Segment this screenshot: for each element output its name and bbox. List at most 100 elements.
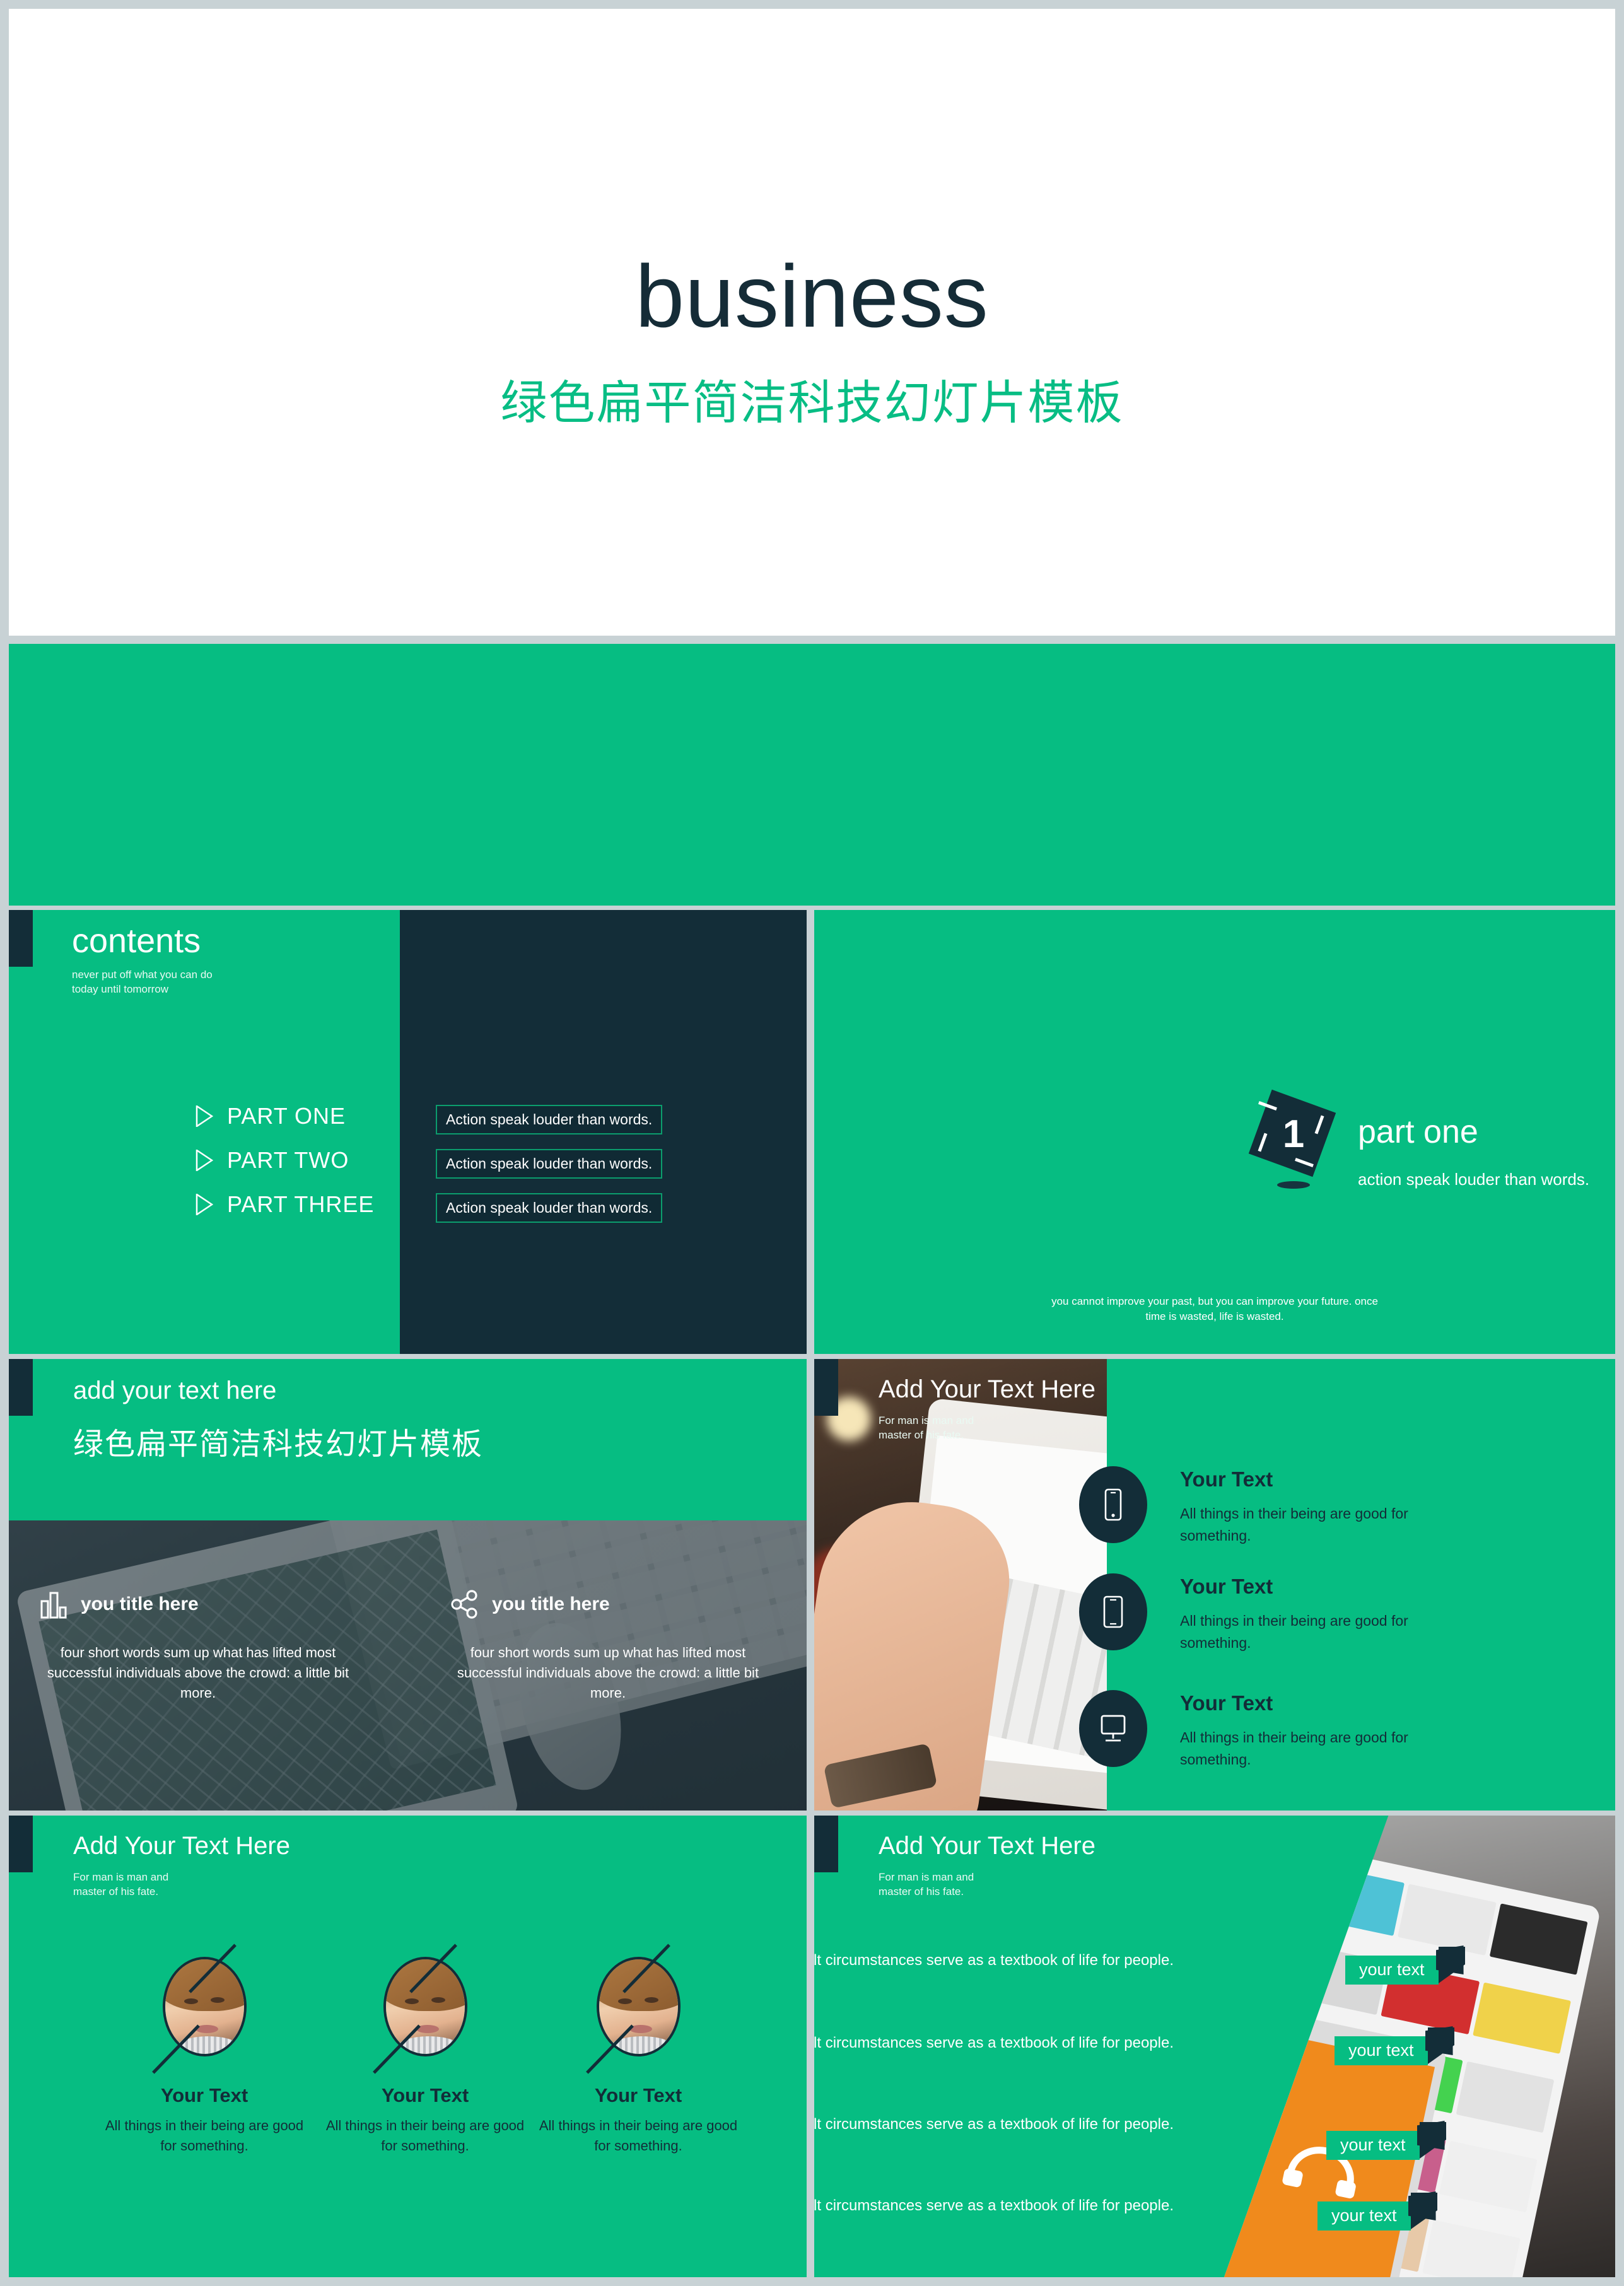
bar-chart-icon (40, 1592, 67, 1619)
monitor-icon (1101, 1715, 1126, 1742)
feature-header: you title here (450, 1590, 766, 1619)
slide-heading-sub: For man is man and master of his fate. (73, 1870, 290, 1899)
phone-tag-label: your text (1331, 2206, 1397, 2225)
corner-accent-block (9, 1359, 33, 1416)
part-label: PART TWO (227, 1147, 349, 1173)
corner-accent-block (9, 1816, 33, 1872)
slide-contents: contents never put off what you can do t… (9, 910, 807, 1354)
hair-shape (385, 1959, 465, 2011)
device-item-desc: All things in their being are good for s… (1180, 1729, 1408, 1768)
slide-heading-en: Add Your Text Here (879, 1832, 1095, 1860)
device-item-desc: All things in their being are good for s… (1180, 1612, 1408, 1651)
thumbnail (1489, 1903, 1588, 1975)
play-triangle-icon (196, 1105, 213, 1127)
hair-shape (599, 1959, 678, 2011)
feature-header: you title here (40, 1590, 356, 1619)
sidebar-item-part-one[interactable]: PART ONE (196, 1103, 346, 1129)
section-footer-line2: time is wasted, life is wasted. (1145, 1310, 1284, 1323)
section-number: 1 (1282, 1112, 1305, 1156)
feature-slide-header: add your text here 绿色扁平简洁科技幻灯片模板 (73, 1377, 483, 1463)
eye-shape (404, 1998, 419, 2004)
slide-heading-cn: 绿色扁平简洁科技幻灯片模板 (73, 1428, 484, 1461)
slide-heading-sub: For man is man and master of his fate. (879, 1414, 1095, 1443)
phone-list-text: difficult circumstances serve as a textb… (814, 2034, 1174, 2051)
slide-section-part-one: 1 part one action speak louder than word… (814, 910, 1615, 1354)
slide-heading-sub-line2: master of his fate. (879, 1428, 964, 1441)
slide-phone-list: Add Your Text Here For man is man and ma… (814, 1816, 1615, 2277)
phone-tag[interactable]: your text (1326, 2121, 1446, 2160)
slide-green-divider (9, 644, 1615, 906)
eye-shape (184, 1998, 198, 2004)
device-list-item[interactable]: Your Text All things in their being are … (1079, 1573, 1584, 1662)
device-list-item[interactable]: Your Text All things in their being are … (1079, 1690, 1584, 1778)
contents-description-line1: never put off what you can do (72, 969, 213, 981)
contents-description: never put off what you can do today unti… (72, 968, 213, 997)
share-icon (451, 1590, 477, 1619)
feature-title: you title here (81, 1594, 199, 1614)
phone-list-text: difficult circumstances serve as a textb… (814, 2197, 1174, 2214)
device-list-item[interactable]: Your Text All things in their being are … (1079, 1466, 1584, 1554)
slide-heading-sub-line1: For man is man and (879, 1871, 974, 1883)
phones-slide-header: Add Your Text Here For man is man and ma… (879, 1832, 1095, 1899)
team-card[interactable]: Your Text All things in their being are … (534, 1944, 742, 2156)
page-subtitle: 绿色扁平简洁科技幻灯片模板 (500, 376, 1124, 429)
slide-heading-sub-line2: master of his fate. (879, 1885, 964, 1898)
thumbnail (1439, 2140, 1538, 2212)
tag-flag-shape (1408, 2191, 1436, 2220)
team-card-name: Your Text (381, 2084, 469, 2106)
diamond-shadow (1277, 1181, 1310, 1189)
eye-shape (617, 1998, 632, 2004)
slide-heading-en: Add Your Text Here (73, 1832, 290, 1860)
part-quote-box: Action speak louder than words. (436, 1149, 663, 1179)
sidebar-item-part-three[interactable]: PART THREE (196, 1191, 374, 1218)
slide-deck-page: business 绿色扁平简洁科技幻灯片模板 contents never pu… (0, 0, 1624, 2286)
thumbnail (1398, 1884, 1497, 1956)
device-item-title: Your Text (1180, 1467, 1273, 1491)
part-label: PART THREE (227, 1191, 375, 1217)
slide-heading-sub-line1: For man is man and (73, 1871, 169, 1883)
device-item-title: Your Text (1180, 1575, 1273, 1598)
contents-description-line2: today until tomorrow (72, 983, 169, 995)
feature-block: you title here four short words sum up w… (40, 1590, 356, 1703)
slide-two-features: add your text here 绿色扁平简洁科技幻灯片模板 you tit… (9, 1359, 807, 1811)
sidebar-item-part-two[interactable]: PART TWO (196, 1147, 349, 1174)
eye-shape (431, 1997, 445, 2003)
slide-device-list: Add Your Text Here For man is man and ma… (814, 1359, 1615, 1811)
thumbnail (1306, 1864, 1405, 1937)
team-card[interactable]: Your Text All things in their being are … (100, 1944, 308, 2156)
phone-tag-label: your text (1340, 2135, 1406, 2154)
team-card[interactable]: Your Text All things in their being are … (321, 1944, 529, 2156)
tag-flag-shape (1425, 2026, 1453, 2055)
eye-shape (644, 1997, 658, 2003)
device-bullet (1079, 1466, 1147, 1543)
part-quote-box: Action speak louder than words. (436, 1193, 663, 1223)
tag-flag-shape (1435, 1945, 1464, 1974)
phone-tag-label: your text (1359, 1960, 1425, 1979)
section-footer-quote: you cannot improve your past, but you ca… (814, 1294, 1615, 1325)
contents-part-row[interactable]: PART TWO Action speak louder than words. (9, 1147, 807, 1185)
thumbnail (1456, 2061, 1555, 2133)
feature-body: four short words sum up what has lifted … (457, 1645, 759, 1701)
part-quote-text: Action speak louder than words. (446, 1155, 653, 1172)
feature-block: you title here four short words sum up w… (450, 1590, 766, 1703)
feature-body: four short words sum up what has lifted … (47, 1645, 349, 1701)
page-title: business (635, 247, 989, 346)
part-label: PART ONE (227, 1103, 346, 1129)
contents-part-row[interactable]: PART ONE Action speak louder than words. (9, 1103, 807, 1141)
team-card-name: Your Text (594, 2084, 682, 2106)
people-slide-header: Add Your Text Here For man is man and ma… (73, 1832, 290, 1899)
slide-team-cards: Add Your Text Here For man is man and ma… (9, 1816, 807, 2277)
mobile-phone-icon (1104, 1488, 1122, 1521)
thumbnail (1472, 1982, 1571, 2055)
part-quote-text: Action speak louder than words. (446, 1111, 653, 1128)
phone-tag[interactable]: your text (1345, 1945, 1464, 1985)
corner-accent-block (814, 1816, 838, 1872)
slide-heading-en: add your text here (73, 1377, 277, 1404)
play-triangle-icon (196, 1150, 213, 1171)
device-slide-header: Add Your Text Here For man is man and ma… (879, 1375, 1095, 1443)
contents-part-row[interactable]: PART THREE Action speak louder than word… (9, 1191, 807, 1229)
tag-flag-shape (1417, 2121, 1445, 2150)
team-card-desc: All things in their being are good for s… (325, 2118, 525, 2154)
phone-tag[interactable]: your text (1335, 2026, 1454, 2065)
phone-tag[interactable]: your text (1317, 2191, 1437, 2231)
